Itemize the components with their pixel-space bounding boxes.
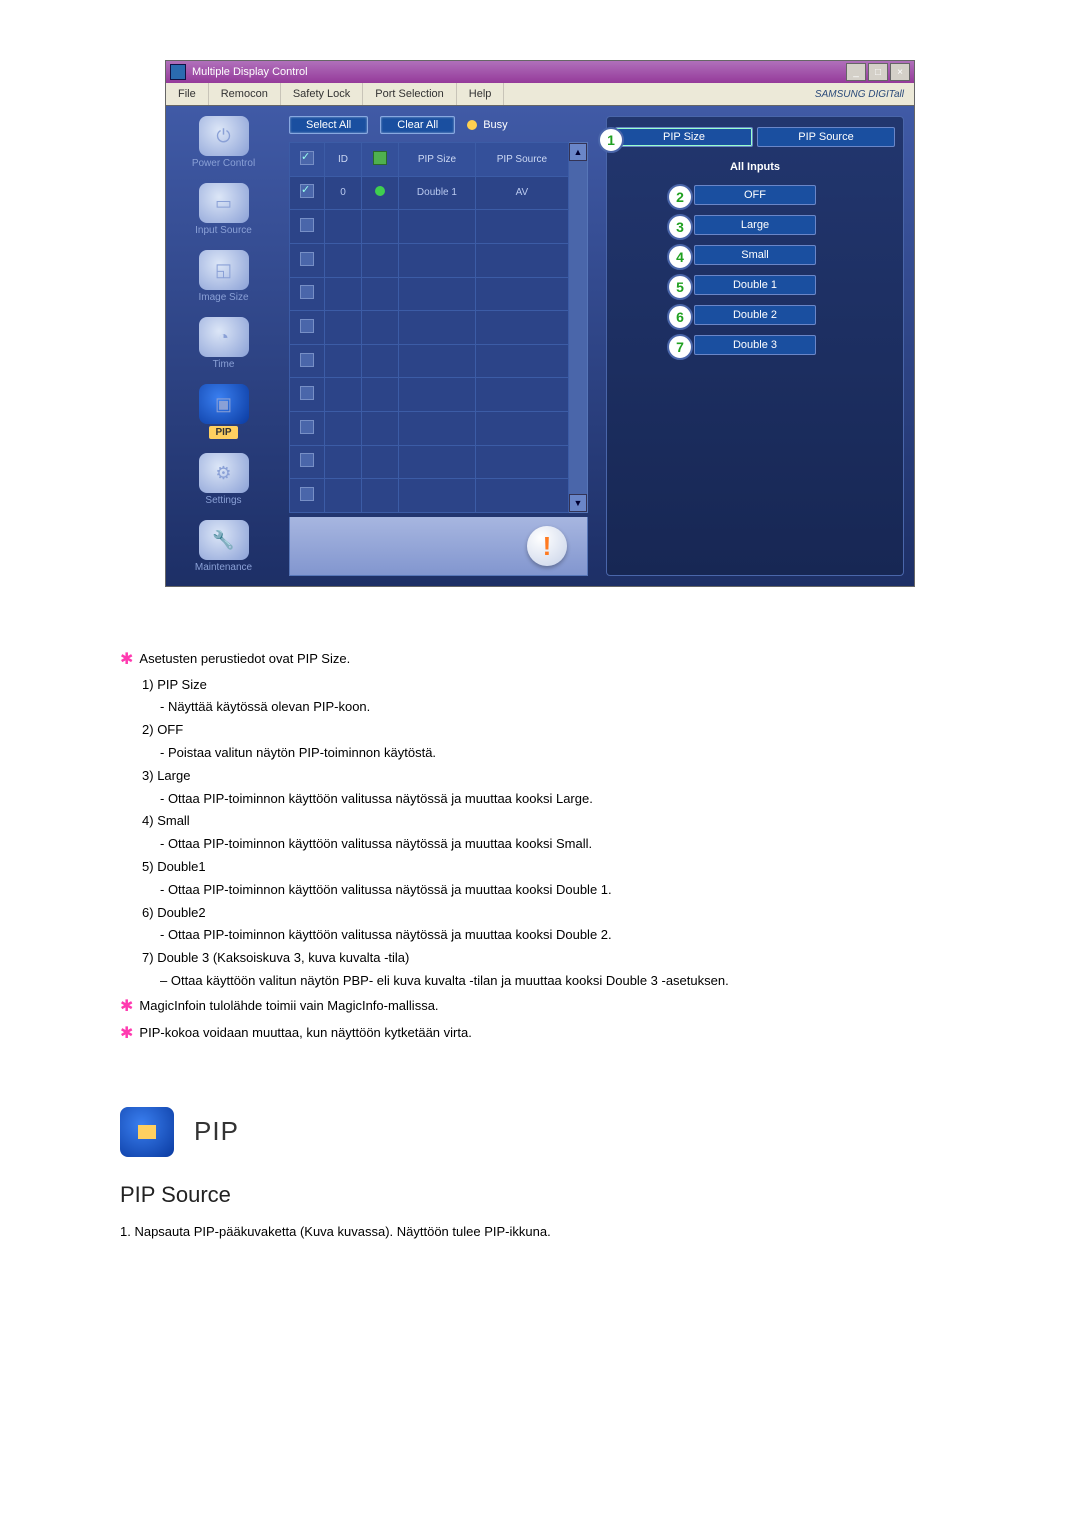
status-dot-icon (375, 186, 385, 196)
table-row[interactable] (290, 445, 569, 479)
menu-help[interactable]: Help (457, 83, 505, 105)
star-icon: ✱ (120, 647, 133, 673)
table-row[interactable] (290, 277, 569, 311)
nav-input-source[interactable]: ▭ Input Source (166, 183, 281, 236)
option-small[interactable]: Small (694, 245, 816, 265)
row-checkbox[interactable] (300, 420, 314, 434)
close-button[interactable]: × (890, 63, 910, 81)
titlebar: Multiple Display Control _ □ × (165, 60, 915, 83)
image-size-icon: ◱ (199, 250, 249, 290)
footer: ! (289, 517, 588, 576)
nav-pip[interactable]: ▣ PIP (166, 384, 281, 439)
row-checkbox[interactable] (300, 487, 314, 501)
row-checkbox[interactable] (300, 184, 314, 198)
brand-label: SAMSUNG DIGITall (805, 89, 914, 100)
pip-icon: ▣ (199, 384, 249, 424)
table-row[interactable] (290, 479, 569, 513)
callout-3: 3 (667, 214, 693, 240)
option-double3[interactable]: Double 3 (694, 335, 816, 355)
table-row[interactable] (290, 412, 569, 446)
nav-image-size[interactable]: ◱ Image Size (166, 250, 281, 303)
sidebar: ⏻ Power Control ▭ Input Source ◱ Image S… (166, 106, 281, 586)
menu-file[interactable]: File (166, 83, 209, 105)
row-checkbox[interactable] (300, 353, 314, 367)
all-inputs-label: All Inputs (615, 161, 895, 173)
settings-icon: ⚙ (199, 453, 249, 493)
note-2: PIP-kokoa voidaan muuttaa, kun näyttöön … (139, 1026, 471, 1041)
info-icon: ! (527, 526, 567, 566)
option-double2[interactable]: Double 2 (694, 305, 816, 325)
time-icon: ◔ (199, 317, 249, 357)
col-pip-source: PIP Source (475, 143, 568, 177)
row-pip-size: Double 1 (399, 176, 476, 210)
window-title: Multiple Display Control (192, 66, 308, 78)
table-row[interactable] (290, 378, 569, 412)
pip-section-icon (120, 1107, 174, 1157)
menubar: File Remocon Safety Lock Port Selection … (165, 83, 915, 106)
star-icon: ✱ (120, 1021, 133, 1047)
scroll-down-icon[interactable]: ▼ (569, 494, 587, 512)
power-icon: ⏻ (199, 116, 249, 156)
tab-pip-source[interactable]: PIP Source (757, 127, 895, 147)
row-checkbox[interactable] (300, 285, 314, 299)
menu-safety-lock[interactable]: Safety Lock (281, 83, 363, 105)
callout-5: 5 (667, 274, 693, 300)
intro-text: Asetusten perustiedot ovat PIP Size. (139, 651, 350, 666)
maintenance-icon: 🔧 (199, 520, 249, 560)
document-text: ✱Asetusten perustiedot ovat PIP Size. 1)… (120, 647, 960, 1243)
callout-6: 6 (667, 304, 693, 330)
table-row[interactable]: 0 Double 1 AV (290, 176, 569, 210)
col-status-icon (362, 143, 399, 177)
header-checkbox[interactable] (300, 151, 314, 165)
tab-pip-size[interactable]: 1 PIP Size (615, 127, 753, 147)
callout-7: 7 (667, 334, 693, 360)
row-checkbox[interactable] (300, 218, 314, 232)
maximize-button[interactable]: □ (868, 63, 888, 81)
option-double1[interactable]: Double 1 (694, 275, 816, 295)
scrollbar[interactable]: ▲ ▼ (569, 142, 588, 513)
busy-dot-icon (467, 120, 477, 130)
row-checkbox[interactable] (300, 319, 314, 333)
option-large[interactable]: Large (694, 215, 816, 235)
col-pip-size: PIP Size (399, 143, 476, 177)
select-all-button[interactable]: Select All (289, 116, 368, 134)
input-source-icon: ▭ (199, 183, 249, 223)
tab-pip-source-label: PIP Source (798, 131, 853, 143)
menu-port-selection[interactable]: Port Selection (363, 83, 456, 105)
pip-source-heading: PIP Source (120, 1177, 960, 1212)
nav-power-control[interactable]: ⏻ Power Control (166, 116, 281, 169)
row-checkbox[interactable] (300, 453, 314, 467)
table-row[interactable] (290, 344, 569, 378)
menu-remocon[interactable]: Remocon (209, 83, 281, 105)
row-pip-source: AV (475, 176, 568, 210)
minimize-button[interactable]: _ (846, 63, 866, 81)
note-1: MagicInfoin tulolähde toimii vain MagicI… (139, 998, 438, 1013)
callout-4: 4 (667, 244, 693, 270)
callout-2: 2 (667, 184, 693, 210)
nav-maintenance[interactable]: 🔧 Maintenance (166, 520, 281, 573)
nav-time[interactable]: ◔ Time (166, 317, 281, 370)
clear-all-button[interactable]: Clear All (380, 116, 455, 134)
star-icon: ✱ (120, 994, 133, 1020)
section-title: PIP (194, 1111, 239, 1153)
app-icon (170, 64, 186, 80)
busy-label: Busy (483, 119, 507, 131)
table-row[interactable] (290, 311, 569, 345)
row-checkbox[interactable] (300, 386, 314, 400)
col-id: ID (325, 143, 362, 177)
tab-pip-size-label: PIP Size (663, 131, 705, 143)
option-off[interactable]: OFF (694, 185, 816, 205)
pip-panel: 1 PIP Size PIP Source All Inputs 2OFF 3L… (606, 116, 904, 576)
source-step-1: 1. Napsauta PIP-pääkuvaketta (Kuva kuvas… (120, 1222, 960, 1243)
mdc-window: Multiple Display Control _ □ × File Remo… (165, 60, 915, 587)
row-checkbox[interactable] (300, 252, 314, 266)
busy-indicator: Busy (467, 119, 507, 131)
nav-settings[interactable]: ⚙ Settings (166, 453, 281, 506)
scroll-up-icon[interactable]: ▲ (569, 143, 587, 161)
callout-1: 1 (598, 127, 624, 153)
table-row[interactable] (290, 243, 569, 277)
display-table: ID PIP Size PIP Source 0 Double 1 AV (289, 142, 569, 513)
row-id: 0 (325, 176, 362, 210)
table-row[interactable] (290, 210, 569, 244)
